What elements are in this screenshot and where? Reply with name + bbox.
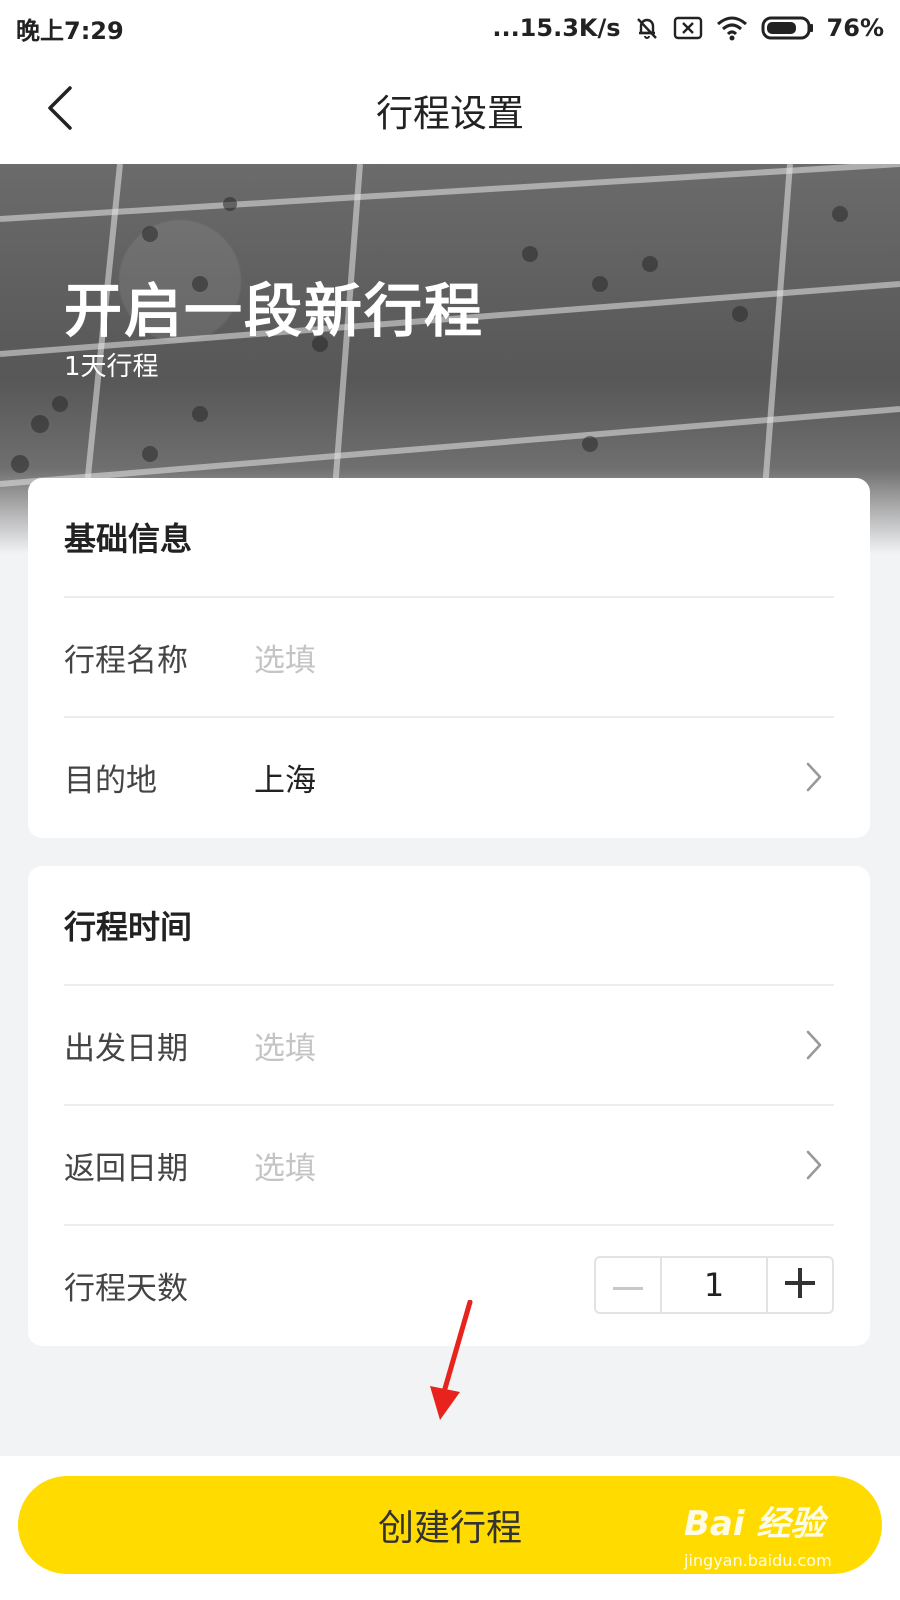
- sim-blocked-icon: [673, 15, 703, 41]
- days-value[interactable]: 1: [662, 1258, 766, 1312]
- row-label: 行程名称: [64, 642, 188, 679]
- chevron-right-icon: [794, 757, 834, 797]
- mute-icon: [633, 14, 661, 42]
- trip-time-card: 行程时间 出发日期 选填 返回日期 选填 行程天数 1: [28, 866, 870, 1346]
- decrement-button[interactable]: [596, 1258, 662, 1312]
- days-stepper: 1: [594, 1256, 834, 1314]
- nav-bar: 行程设置: [0, 56, 900, 164]
- chevron-right-icon: [794, 1025, 834, 1065]
- status-time: 晚上7:29: [16, 16, 124, 45]
- departure-date-row[interactable]: 出发日期 选填: [64, 984, 834, 1104]
- page-title: 行程设置: [376, 92, 524, 135]
- back-button[interactable]: [30, 78, 90, 142]
- wifi-icon: [715, 14, 749, 42]
- destination-row[interactable]: 目的地 上海: [64, 716, 834, 836]
- increment-button[interactable]: [766, 1258, 832, 1312]
- destination-value: 上海: [254, 762, 316, 799]
- battery-icon: [761, 15, 815, 41]
- departure-date-value: 选填: [254, 1030, 316, 1067]
- trip-name-row[interactable]: 行程名称 选填: [64, 596, 834, 716]
- hero-title: 开启一段新行程: [64, 277, 485, 345]
- section-heading: 基础信息: [64, 520, 193, 558]
- row-label: 出发日期: [64, 1030, 188, 1067]
- basic-info-card: 基础信息 行程名称 选填 目的地 上海: [28, 478, 870, 838]
- hero-subtitle: 1天行程: [64, 352, 159, 382]
- bottom-bar: 创建行程: [0, 1456, 900, 1600]
- chevron-left-icon: [44, 85, 76, 135]
- battery-percent: 76%: [826, 14, 884, 42]
- row-label: 返回日期: [64, 1150, 188, 1187]
- annotation-arrow-icon: [430, 1300, 473, 1420]
- network-speed: ...15.3K/s: [492, 14, 621, 42]
- chevron-right-icon: [794, 1145, 834, 1185]
- return-date-value: 选填: [254, 1150, 316, 1187]
- create-trip-button[interactable]: 创建行程: [18, 1476, 882, 1574]
- row-label: 目的地: [64, 762, 157, 799]
- row-label: 行程天数: [64, 1270, 188, 1307]
- status-icons: ...15.3K/s 76%: [492, 14, 884, 42]
- trip-name-input[interactable]: 选填: [254, 635, 834, 680]
- status-bar: 晚上7:29 ...15.3K/s 76%: [0, 0, 900, 56]
- minus-icon: [613, 1276, 643, 1295]
- return-date-row[interactable]: 返回日期 选填: [64, 1104, 834, 1224]
- plus-icon: [785, 1268, 815, 1302]
- section-heading: 行程时间: [64, 908, 193, 946]
